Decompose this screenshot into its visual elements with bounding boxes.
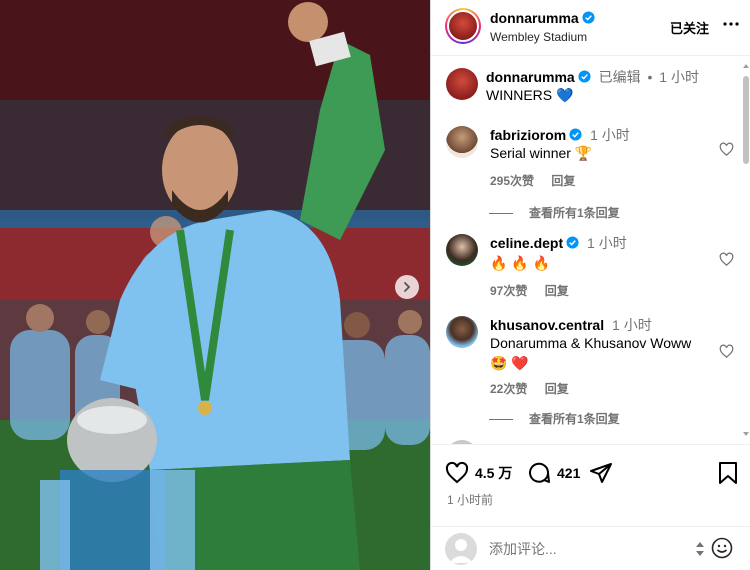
like-comment-heart-icon[interactable] [719, 344, 734, 359]
photo-scene [0, 0, 430, 570]
default-user-icon [449, 539, 473, 563]
comment-likes-count[interactable]: 22次赞 [490, 382, 527, 396]
next-photo-button[interactable] [395, 275, 419, 299]
comment-reply-button[interactable]: 回复 [545, 284, 569, 298]
comment-avatar[interactable] [446, 316, 478, 348]
post-header: donnarumma Wembley Stadium 已关注 [431, 0, 750, 56]
comment-reply-button[interactable]: 回复 [545, 382, 569, 396]
post-action-bar: 4.5 万 421 1 小时前 [431, 444, 750, 524]
scrollbar-thumb[interactable] [743, 76, 749, 164]
comment-bubble-icon [529, 462, 550, 483]
comment-avatar[interactable] [446, 126, 478, 158]
author-username[interactable]: donnarumma [490, 10, 579, 26]
comment-likes-count[interactable]: 97次赞 [490, 284, 527, 298]
caption-time[interactable]: 1 小时 [659, 69, 699, 85]
bookmark-icon [719, 462, 737, 484]
up-down-arrows-icon [696, 542, 704, 556]
post-location[interactable]: Wembley Stadium [490, 30, 595, 44]
author-avatar[interactable] [445, 8, 481, 44]
verified-badge-icon [566, 236, 579, 249]
emoji-button[interactable] [711, 537, 733, 559]
comment-avatar[interactable] [446, 234, 478, 266]
current-user-avatar [445, 533, 477, 565]
comment-username[interactable]: celine.dept [490, 235, 563, 251]
comment-text-emojis: 🤩 ❤️ [490, 355, 529, 371]
view-replies-link[interactable]: 查看所有1条回复 [489, 410, 620, 427]
comment-username[interactable]: khusanov.central [490, 317, 604, 333]
comment-reply-button[interactable]: 回复 [551, 174, 575, 188]
caption-text-content: WINNERS [486, 87, 553, 103]
comment-text: 🔥 🔥 🔥 [490, 255, 551, 271]
resize-handle[interactable] [695, 541, 705, 557]
likes-count[interactable]: 4.5 万 [475, 463, 512, 483]
edited-label: 已编辑 [598, 69, 641, 85]
like-comment-heart-icon[interactable] [719, 252, 734, 267]
comments-scrollbar[interactable] [742, 62, 750, 438]
heart-icon [445, 461, 469, 484]
post-timestamp[interactable]: 1 小时前 [447, 491, 493, 508]
comment-input[interactable] [489, 537, 689, 561]
comment-time[interactable]: 1 小时 [612, 317, 652, 333]
share-button[interactable] [589, 461, 613, 485]
comment-text: Donarumma & Khusanov Woww [490, 335, 692, 351]
comment-button[interactable]: 421 [527, 461, 580, 485]
follow-status-button[interactable]: 已关注 [670, 18, 709, 37]
caption: donnarumma 已编辑 • 1 小时 WINNERS 💙 [486, 68, 731, 104]
comment-likes-count[interactable]: 295次赞 [490, 174, 534, 188]
paper-plane-icon [590, 463, 612, 483]
more-horizontal-icon [723, 22, 739, 26]
separator-dot: • [647, 69, 653, 85]
chevron-right-icon [404, 282, 411, 292]
smiley-face-icon [711, 537, 733, 559]
caption-text: WINNERS 💙 [486, 86, 731, 104]
like-button[interactable]: 4.5 万 [445, 461, 512, 485]
scroll-down-arrow-icon[interactable] [742, 430, 750, 438]
caption-author-username[interactable]: donnarumma [486, 69, 575, 85]
comment-item: celine.dept 1 小时 🔥 🔥 🔥 97次赞 回复 [490, 234, 734, 299]
comments-list[interactable]: donnarumma 已编辑 • 1 小时 WINNERS 💙 fabrizio… [431, 56, 743, 444]
verified-badge-icon [569, 128, 582, 141]
comments-count[interactable]: 421 [557, 465, 580, 481]
comment-text: Serial winner 🏆 [490, 145, 593, 161]
comment-time[interactable]: 1 小时 [590, 127, 630, 143]
more-options-button[interactable] [721, 14, 741, 34]
comment-username[interactable]: fabriziorom [490, 127, 566, 143]
comment-item: fabriziorom 1 小时 Serial winner 🏆 295次赞 回… [490, 126, 734, 189]
blue-heart-emoji: 💙 [556, 87, 574, 103]
verified-badge-icon [578, 70, 591, 83]
scroll-up-arrow-icon[interactable] [742, 62, 750, 70]
save-button[interactable] [717, 461, 739, 485]
author-block: donnarumma Wembley Stadium [490, 10, 595, 44]
comment-composer [431, 526, 750, 570]
like-comment-heart-icon[interactable] [719, 142, 734, 157]
view-replies-link[interactable]: 查看所有1条回复 [489, 204, 620, 221]
verified-badge-icon [582, 11, 595, 24]
post-side-panel: donnarumma Wembley Stadium 已关注 donnarumm… [430, 0, 750, 570]
post-photo[interactable] [0, 0, 430, 570]
caption-author-avatar[interactable] [446, 68, 478, 100]
comment-item: khusanov.central 1 小时 Donarumma & Khusan… [490, 316, 734, 397]
comment-time[interactable]: 1 小时 [587, 235, 627, 251]
